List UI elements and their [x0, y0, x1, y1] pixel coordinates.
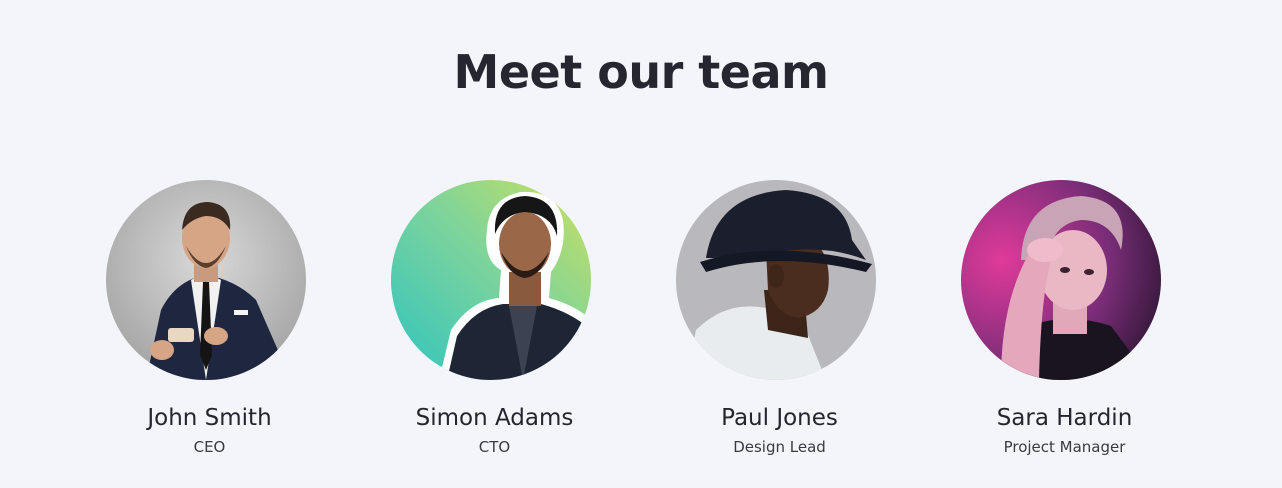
member-name: Paul Jones [721, 405, 838, 431]
avatar [391, 180, 591, 380]
team-member-card: Simon Adams CTO [352, 180, 637, 470]
team-member-card: John Smith CEO [67, 180, 352, 470]
member-role: Project Manager [1003, 438, 1126, 456]
person-photo-icon [391, 180, 591, 380]
avatar [961, 180, 1161, 380]
member-name: Sara Hardin [996, 405, 1133, 431]
member-role: Design Lead [733, 438, 826, 456]
person-photo-icon [676, 180, 876, 380]
avatar [676, 180, 876, 380]
section-title: Meet our team [453, 45, 829, 99]
member-name: Simon Adams [415, 405, 574, 431]
member-role: CTO [478, 438, 511, 456]
team-grid: John Smith CEO Simon Adams CTO Paul Jone… [67, 180, 1207, 470]
member-role: CEO [193, 438, 226, 456]
avatar [106, 180, 306, 380]
member-name: John Smith [147, 405, 272, 431]
team-member-card: Sara Hardin Project Manager [922, 180, 1207, 470]
person-photo-icon [106, 180, 306, 380]
person-photo-icon [961, 180, 1161, 380]
team-member-card: Paul Jones Design Lead [637, 180, 922, 470]
